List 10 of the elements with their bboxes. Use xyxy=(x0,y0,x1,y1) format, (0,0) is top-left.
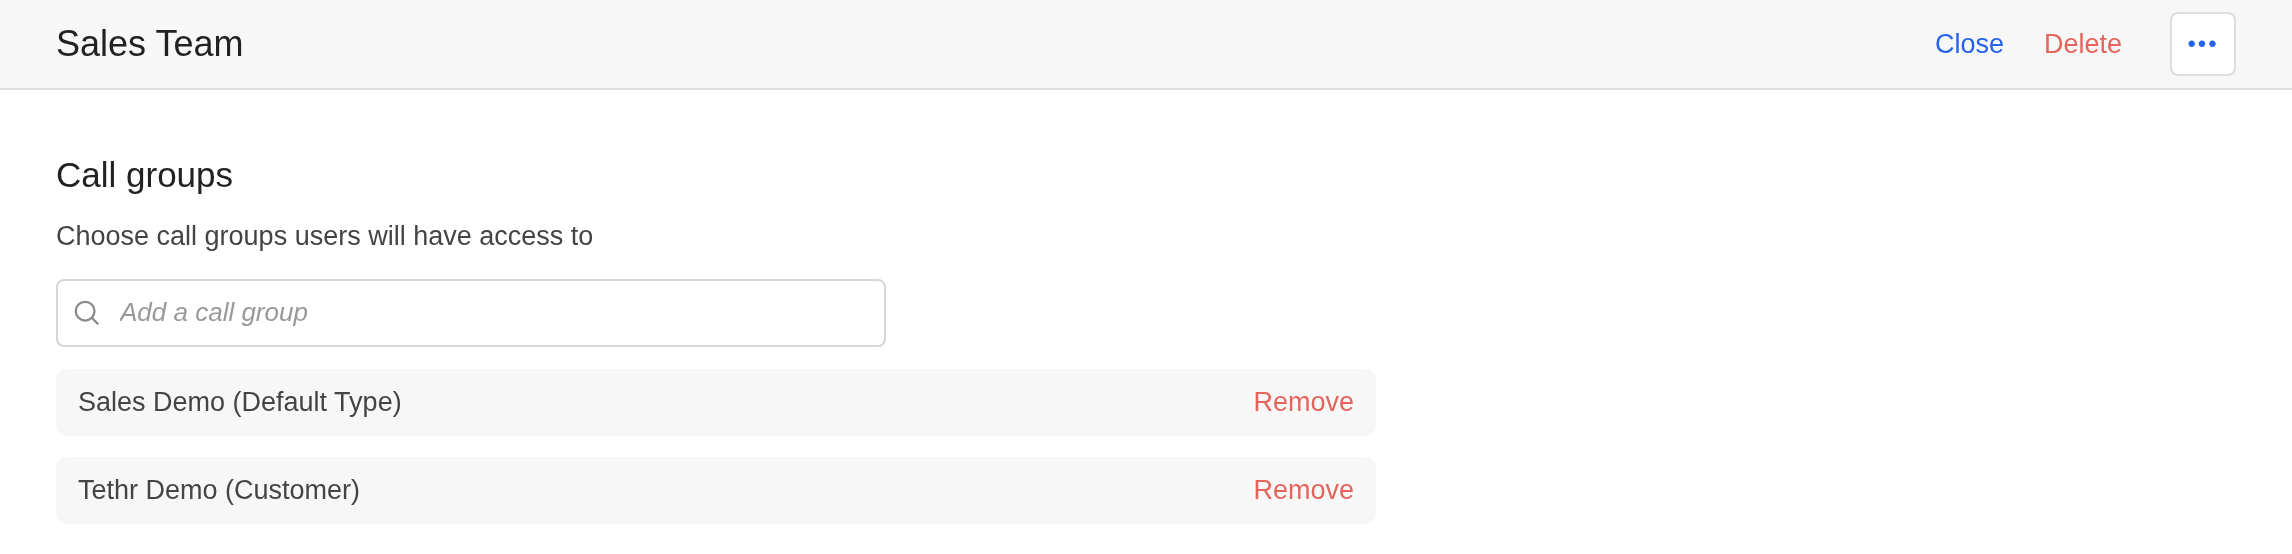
remove-link[interactable]: Remove xyxy=(1253,469,1354,511)
remove-link[interactable]: Remove xyxy=(1253,381,1354,423)
call-group-name: Sales Demo (Default Type) xyxy=(78,385,402,419)
close-button[interactable]: Close xyxy=(1934,23,2004,65)
delete-button[interactable]: Delete xyxy=(2043,23,2122,65)
page-title: Sales Team xyxy=(56,22,245,66)
section-description: Choose call groups users will have access to xyxy=(56,220,595,253)
section-title: Call groups xyxy=(56,154,235,196)
more-button[interactable]: ••• xyxy=(2170,12,2236,76)
call-group-name: Tethr Demo (Customer) xyxy=(78,473,361,507)
